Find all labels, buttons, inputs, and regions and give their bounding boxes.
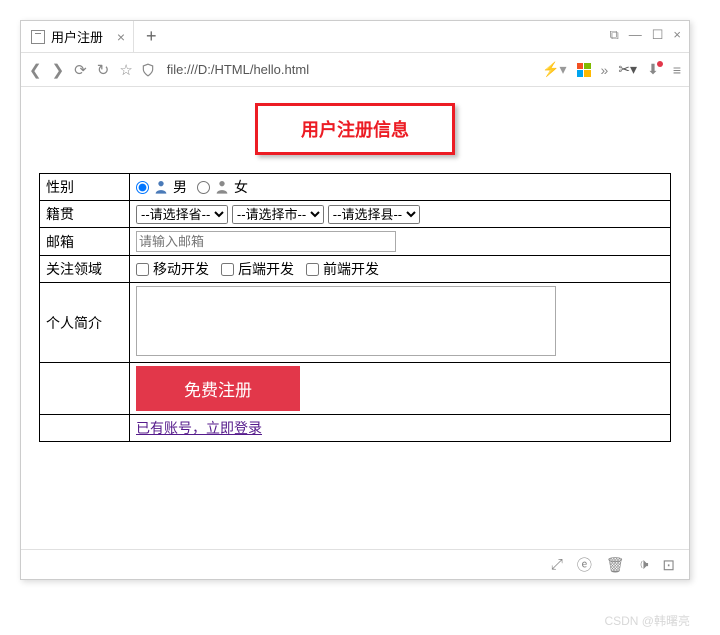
tab-title: 用户注册 <box>51 27 103 46</box>
status-trash-icon[interactable]: 🗑 <box>606 556 625 574</box>
radio-female[interactable] <box>197 181 210 194</box>
browser-window: 用户注册 × + ⧉ — ☐ × ❮ ❯ ⟳ ↻ ☆ file:///D:/HT… <box>20 20 690 580</box>
bio-textarea[interactable] <box>136 286 556 356</box>
check-backend[interactable] <box>221 263 234 276</box>
registration-form: 性别 男 女 籍贯 --请选择省-- --请选择市-- <box>39 173 671 442</box>
row-focus: 关注领域 移动开发 后端开发 前端开发 <box>40 256 671 283</box>
browser-tab[interactable]: 用户注册 × <box>21 21 134 52</box>
apps-icon[interactable] <box>577 63 591 77</box>
check-backend-label: 后端开发 <box>238 259 294 279</box>
submit-button[interactable]: 免费注册 <box>136 366 300 411</box>
page-heading-box: 用户注册信息 <box>255 103 455 155</box>
check-frontend[interactable] <box>306 263 319 276</box>
window-minimize-icon[interactable]: — <box>629 27 642 43</box>
row-origin: 籍贯 --请选择省-- --请选择市-- --请选择县-- <box>40 201 671 228</box>
back-icon[interactable]: ❮ <box>29 61 42 79</box>
scissors-icon[interactable]: ✂▾ <box>618 61 637 78</box>
home-icon[interactable]: ↻ <box>97 61 110 79</box>
address-bar[interactable]: file:///D:/HTML/hello.html <box>163 62 534 77</box>
download-icon[interactable]: ⬇ <box>647 61 663 78</box>
nav-controls: ❮ ❯ ⟳ ↻ ☆ <box>29 61 133 79</box>
status-extension-icon[interactable]: ⓔ <box>577 554 592 575</box>
shield-icon[interactable] <box>141 62 155 78</box>
check-frontend-label: 前端开发 <box>323 259 379 279</box>
label-origin: 籍贯 <box>40 201 130 228</box>
status-cursor-icon[interactable]: ⤢ <box>551 556 563 573</box>
female-label: 女 <box>234 177 248 197</box>
close-tab-icon[interactable]: × <box>117 29 125 45</box>
male-icon <box>153 179 169 195</box>
row-gender: 性别 男 女 <box>40 174 671 201</box>
email-field[interactable] <box>136 231 396 252</box>
forward-icon[interactable]: ❯ <box>52 61 65 79</box>
login-link[interactable]: 已有账号，立即登录 <box>136 420 262 436</box>
tab-bar: 用户注册 × + ⧉ — ☐ × <box>21 21 689 53</box>
toolbar-right: ⚡▾ » ✂▾ ⬇ ≡ <box>542 61 681 78</box>
select-city[interactable]: --请选择市-- <box>232 205 324 224</box>
window-close-icon[interactable]: × <box>673 27 681 43</box>
toolbar: ❮ ❯ ⟳ ↻ ☆ file:///D:/HTML/hello.html ⚡▾ … <box>21 53 689 87</box>
window-controls: ⧉ — ☐ × <box>609 27 681 43</box>
new-tab-button[interactable]: + <box>134 26 169 47</box>
check-mobile[interactable] <box>136 263 149 276</box>
label-focus: 关注领域 <box>40 256 130 283</box>
radio-male[interactable] <box>136 181 149 194</box>
row-submit: 免费注册 <box>40 363 671 415</box>
favorite-icon[interactable]: ☆ <box>119 61 132 79</box>
male-label: 男 <box>173 177 187 197</box>
window-dock-icon[interactable]: ⧉ <box>609 27 618 43</box>
row-bio: 个人简介 <box>40 283 671 363</box>
page-heading: 用户注册信息 <box>301 120 409 140</box>
window-maximize-icon[interactable]: ☐ <box>652 27 664 43</box>
status-bar: ⤢ ⓔ 🗑 🕩 ⊡ <box>21 549 689 579</box>
status-zoom-icon[interactable]: ⊡ <box>662 556 675 574</box>
female-icon <box>214 179 230 195</box>
page-content: 用户注册信息 性别 男 女 籍贯 <box>21 87 689 452</box>
check-mobile-label: 移动开发 <box>153 259 209 279</box>
row-login: 已有账号，立即登录 <box>40 415 671 442</box>
flash-icon[interactable]: ⚡▾ <box>542 61 566 78</box>
menu-icon[interactable]: ≡ <box>673 62 681 78</box>
page-icon <box>31 30 45 44</box>
reload-icon[interactable]: ⟳ <box>74 61 87 79</box>
more-icon[interactable]: » <box>601 62 609 78</box>
status-sound-icon[interactable]: 🕩 <box>639 556 648 573</box>
select-province[interactable]: --请选择省-- <box>136 205 228 224</box>
label-bio: 个人简介 <box>40 283 130 363</box>
label-email: 邮箱 <box>40 228 130 256</box>
row-email: 邮箱 <box>40 228 671 256</box>
select-county[interactable]: --请选择县-- <box>328 205 420 224</box>
label-gender: 性别 <box>40 174 130 201</box>
